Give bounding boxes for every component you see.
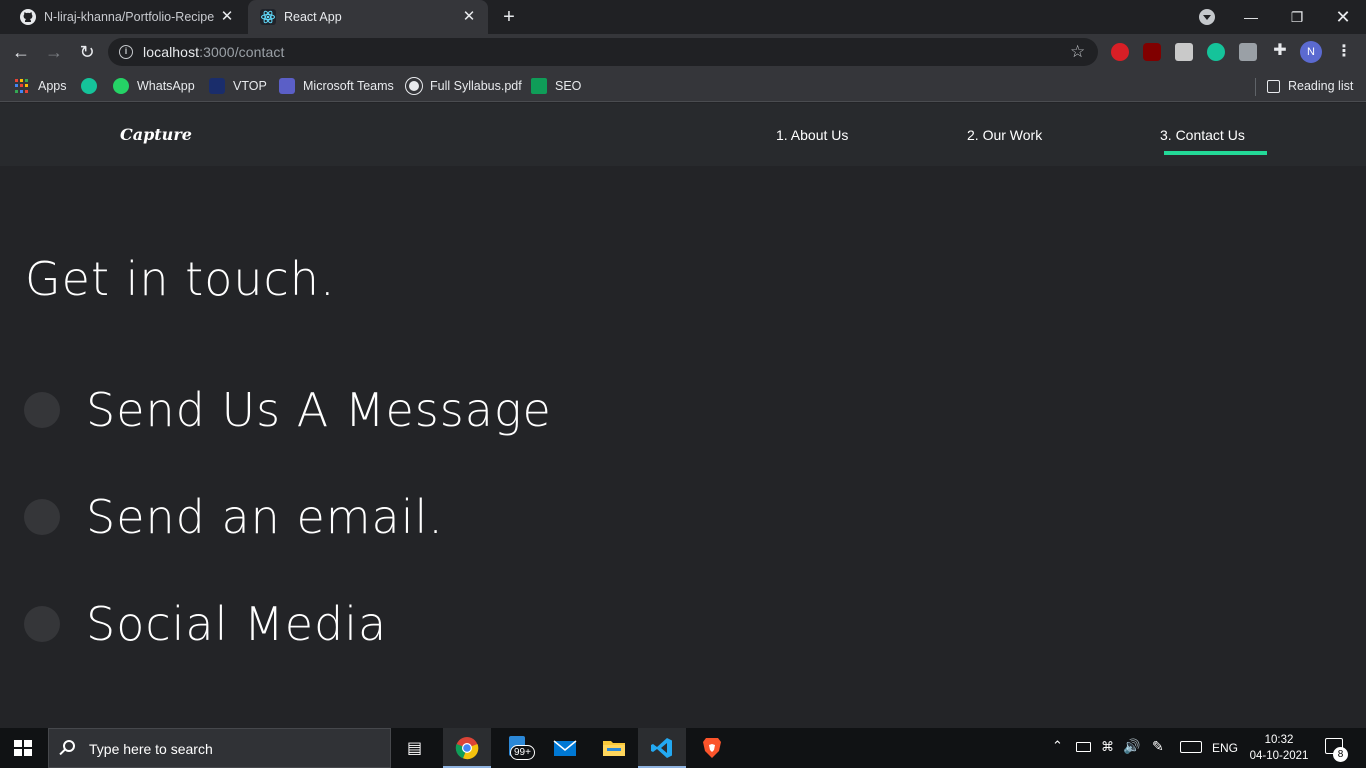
contact-option-social[interactable]: Social Media	[24, 589, 387, 659]
clock-time: 10:32	[1264, 734, 1294, 746]
windows-taskbar: Type here to search ▤ 99+ ⌃ ⌘ 🔊 ✎ ENG 10…	[0, 728, 1366, 768]
bookmark-star-icon[interactable]: ☆	[1070, 42, 1085, 62]
extension-r-icon[interactable]	[1239, 43, 1257, 61]
forward-button[interactable]: →	[43, 41, 65, 63]
new-tab-button[interactable]: +	[498, 6, 520, 28]
mail-badge: 99+	[510, 745, 535, 760]
bookmark-whatsapp[interactable]: WhatsApp	[113, 76, 195, 96]
notification-count-badge: 8	[1333, 747, 1348, 762]
seo-icon	[531, 78, 547, 94]
extension-hand-icon[interactable]	[1111, 43, 1129, 61]
bookmarks-divider	[1255, 78, 1256, 96]
apps-grid-icon	[15, 79, 29, 93]
site-navbar: Capture 1. About Us 2. Our Work 3. Conta…	[0, 103, 1366, 166]
bookmark-full-syllabus[interactable]: Full Syllabus.pdf	[406, 76, 522, 96]
page-heading: Get in touch.	[25, 252, 336, 306]
bookmark-label: Apps	[38, 79, 67, 93]
reading-list-icon	[1267, 79, 1280, 93]
chrome-icon[interactable]	[455, 736, 479, 760]
nav-our-work[interactable]: 2. Our Work	[967, 127, 1042, 143]
back-button[interactable]: ←	[10, 41, 32, 63]
bookmark-label: Full Syllabus.pdf	[430, 79, 522, 93]
search-icon	[63, 740, 75, 752]
browser-menu-icon[interactable]: ⋮	[1336, 42, 1352, 62]
contact-option-label: Send an email.	[86, 490, 444, 544]
tab-react-app[interactable]: React App ✕	[248, 0, 488, 34]
task-view-icon[interactable]: ▤	[407, 738, 422, 758]
battery-icon[interactable]	[1076, 742, 1091, 752]
wifi-icon[interactable]: ⌘	[1101, 739, 1114, 755]
bookmark-label: WhatsApp	[137, 79, 195, 93]
ublock-icon[interactable]	[1143, 43, 1161, 61]
bookmark-microsoft-teams[interactable]: Microsoft Teams	[279, 76, 394, 96]
nav-contact-us[interactable]: 3. Contact Us	[1160, 127, 1245, 143]
tab-strip: N-liraj-khanna/Portfolio-Recipe-i ✕ Reac…	[0, 0, 1366, 34]
contact-option-email[interactable]: Send an email.	[24, 482, 444, 552]
bookmark-vtop[interactable]: VTOP	[209, 76, 267, 96]
close-window-button[interactable]: ✕	[1320, 0, 1366, 34]
mail-icon[interactable]	[553, 736, 577, 760]
bookmark-label: SEO	[555, 79, 582, 93]
tab-close-icon[interactable]: ✕	[218, 8, 236, 26]
bookmark-apps[interactable]: Apps	[15, 76, 67, 96]
contact-option-label: Send Us A Message	[86, 383, 552, 437]
file-explorer-icon[interactable]	[602, 736, 626, 760]
github-icon	[20, 9, 36, 25]
contact-option-message[interactable]: Send Us A Message	[24, 375, 552, 445]
browser-toolbar: ← → ↻ i localhost:3000/contact ☆ ✚ N ⋮	[0, 34, 1366, 70]
keyboard-icon[interactable]	[1180, 741, 1202, 753]
pen-icon[interactable]: ✎	[1152, 738, 1164, 755]
bookmark-label: Microsoft Teams	[303, 79, 394, 93]
url-host: localhost	[143, 44, 200, 60]
bookmark-grammarly[interactable]	[81, 76, 105, 96]
tab-title: React App	[284, 10, 342, 24]
bookmark-seo[interactable]: SEO	[531, 76, 581, 96]
contact-option-label: Social Media	[86, 597, 388, 651]
minimize-button[interactable]: —	[1228, 0, 1274, 34]
taskbar-search-placeholder: Type here to search	[89, 741, 213, 757]
bullet-circle-icon	[24, 392, 60, 428]
reading-list-label: Reading list	[1288, 79, 1354, 93]
taskbar-clock[interactable]: 10:32 04-10-2021	[1248, 732, 1310, 764]
tab-close-icon[interactable]: ✕	[460, 8, 478, 26]
url-text[interactable]: localhost:3000/contact	[143, 44, 285, 60]
whatsapp-icon	[113, 78, 129, 94]
bullet-circle-icon	[24, 606, 60, 642]
extension-clipboard-icon[interactable]	[1175, 43, 1193, 61]
globe-icon	[406, 78, 422, 94]
vtop-icon	[209, 78, 225, 94]
show-hidden-icons-chevron-icon[interactable]: ⌃	[1052, 738, 1063, 754]
language-indicator[interactable]: ENG	[1212, 741, 1238, 755]
restore-button[interactable]: ❐	[1274, 0, 1320, 34]
reading-list-button[interactable]: Reading list	[1267, 76, 1353, 96]
tab-search-icon[interactable]	[1199, 9, 1215, 25]
reload-button[interactable]: ↻	[76, 41, 98, 63]
clock-date: 04-10-2021	[1249, 750, 1309, 762]
vscode-icon[interactable]	[650, 736, 674, 760]
brave-icon[interactable]	[700, 736, 724, 760]
teams-icon	[279, 78, 295, 94]
extensions-puzzle-icon[interactable]: ✚	[1269, 40, 1291, 62]
active-nav-indicator	[1164, 151, 1267, 155]
tab-title: N-liraj-khanna/Portfolio-Recipe-i	[44, 10, 214, 24]
windows-start-icon[interactable]	[14, 740, 32, 756]
bookmarks-bar: Apps WhatsApp VTOP Microsoft Teams Full …	[0, 70, 1366, 102]
profile-avatar[interactable]: N	[1300, 41, 1322, 63]
nav-about-us[interactable]: 1. About Us	[776, 127, 848, 143]
bullet-circle-icon	[24, 499, 60, 535]
url-path: :3000/contact	[199, 44, 285, 60]
taskbar-search[interactable]: Type here to search	[48, 728, 391, 768]
volume-icon[interactable]: 🔊	[1123, 738, 1140, 755]
react-icon	[260, 9, 276, 25]
address-bar[interactable]: i localhost:3000/contact ☆	[108, 38, 1098, 66]
site-logo[interactable]: Capture	[120, 125, 192, 144]
grammarly-icon	[81, 78, 97, 94]
site-info-icon[interactable]: i	[119, 45, 133, 59]
grammarly-extension-icon[interactable]	[1207, 43, 1225, 61]
tab-github[interactable]: N-liraj-khanna/Portfolio-Recipe-i ✕	[8, 0, 246, 34]
bookmark-label: VTOP	[233, 79, 267, 93]
